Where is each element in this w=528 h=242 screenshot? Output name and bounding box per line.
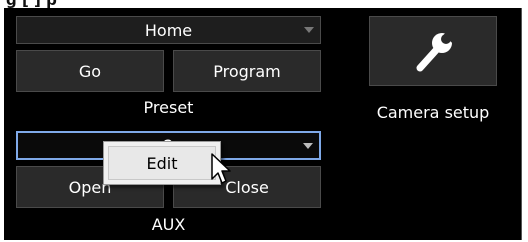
chevron-down-icon[interactable] <box>304 27 314 33</box>
camera-setup-label: Camera setup <box>376 103 490 122</box>
mouse-pointer-icon <box>211 153 231 184</box>
preset-select[interactable]: Home <box>16 16 321 44</box>
edit-menu-item[interactable]: Edit <box>108 146 216 180</box>
go-button[interactable]: Go <box>16 50 164 92</box>
preset-section-label: Preset <box>143 98 194 117</box>
aux-section-label: AUX <box>151 215 186 234</box>
wrench-icon <box>416 30 458 72</box>
preset-select-value: Home <box>144 20 193 40</box>
context-menu: Edit <box>103 141 221 185</box>
chevron-down-icon[interactable] <box>303 142 313 149</box>
document-heading-fragment: g [ ] p <box>0 0 528 8</box>
program-button[interactable]: Program <box>173 50 321 92</box>
camera-setup-button[interactable] <box>369 16 497 86</box>
